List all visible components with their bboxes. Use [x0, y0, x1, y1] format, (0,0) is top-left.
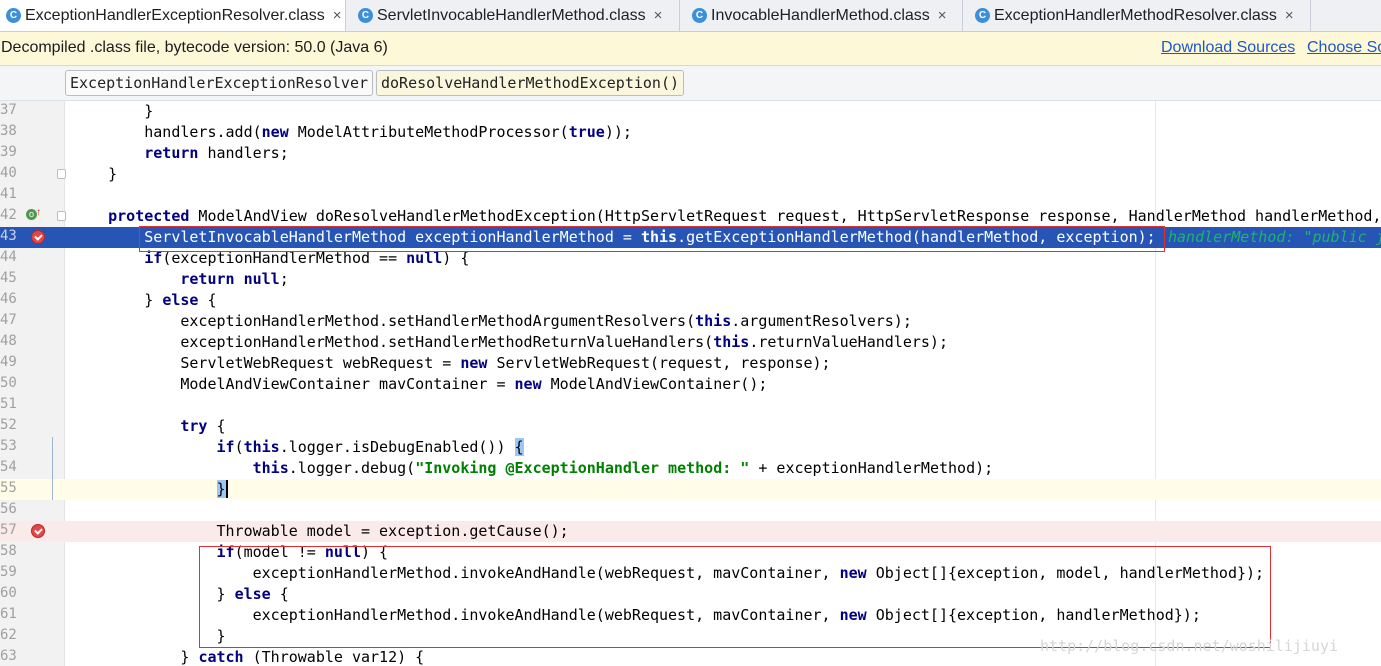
line-number: 47: [0, 312, 17, 328]
class-file-icon: C: [6, 8, 21, 23]
line-number: 50: [0, 375, 17, 391]
tab-exception-handler-exception-resolver[interactable]: C ExceptionHandlerExceptionResolver.clas…: [0, 0, 346, 31]
line-number: 40: [0, 165, 17, 181]
class-file-icon: C: [975, 8, 990, 23]
code-line: 56: [0, 500, 1381, 521]
line-number: 46: [0, 291, 17, 307]
code-line: 42 o ↑ protected ModelAndView doResolveH…: [0, 206, 1381, 227]
class-file-icon: C: [692, 8, 707, 23]
line-number: 58: [0, 543, 17, 559]
line-number: 53: [0, 438, 17, 454]
download-sources-link[interactable]: Download Sources: [1161, 39, 1295, 57]
code-text: return null;: [180, 270, 289, 288]
code-line: 46 } else {: [0, 290, 1381, 311]
code-text: try {: [180, 417, 226, 435]
close-icon[interactable]: ×: [938, 7, 947, 24]
fold-marker-icon[interactable]: [57, 211, 66, 221]
code-text: }: [72, 102, 154, 120]
tab-label: ExceptionHandlerExceptionResolver.class: [25, 6, 325, 24]
line-number: 43: [0, 228, 17, 244]
line-number: 45: [0, 270, 17, 286]
line-number: 52: [0, 417, 17, 433]
code-text: } else {: [72, 291, 217, 309]
line-number: 42: [0, 207, 17, 223]
line-number: 44: [0, 249, 17, 265]
code-line: 40 }: [0, 164, 1381, 185]
line-number: 62: [0, 627, 17, 643]
code-text: } catch (Throwable var12) {: [72, 648, 425, 666]
code-text: handlers.add(new ModelAttributeMethodPro…: [72, 123, 632, 141]
annotation-box-get-handler: [139, 226, 1165, 252]
line-number: 56: [0, 501, 17, 517]
class-file-icon: C: [358, 8, 373, 23]
code-line: 52 try {: [0, 416, 1381, 437]
code-text: protected ModelAndView doResolveHandlerM…: [108, 207, 1381, 225]
code-text: exceptionHandlerMethod.setHandlerMethodR…: [72, 333, 948, 351]
code-line: 37 }: [0, 101, 1381, 122]
tab-servlet-invocable-handler-method[interactable]: C ServletInvocableHandlerMethod.class ×: [352, 0, 680, 31]
code-line: 47 exceptionHandlerMethod.setHandlerMeth…: [0, 311, 1381, 332]
code-text: }: [72, 165, 118, 183]
line-number: 38: [0, 123, 17, 139]
line-number: 54: [0, 459, 17, 475]
line-number: 37: [0, 102, 17, 118]
code-line: 50 ModelAndViewContainer mavContainer = …: [0, 374, 1381, 395]
line-number: 57: [0, 522, 17, 538]
breakpoint-icon[interactable]: [31, 524, 45, 538]
line-number: 51: [0, 396, 17, 412]
text-caret: [225, 480, 228, 498]
code-line: 39 return handlers;: [0, 143, 1381, 164]
tab-label: InvocableHandlerMethod.class: [711, 6, 930, 24]
breakpoint-line: 57 Throwable model = exception.getCause(…: [0, 521, 1381, 542]
code-text: Throwable model = exception.getCause();: [72, 522, 569, 540]
close-icon[interactable]: ×: [1285, 7, 1294, 24]
code-line: 48 exceptionHandlerMethod.setHandlerMeth…: [0, 332, 1381, 353]
line-number: 39: [0, 144, 17, 160]
tab-label: ExceptionHandlerMethodResolver.class: [994, 6, 1277, 24]
code-text: exceptionHandlerMethod.setHandlerMethodA…: [72, 312, 912, 330]
fold-marker-icon[interactable]: [57, 169, 66, 179]
line-number: 63: [0, 648, 17, 664]
tab-invocable-handler-method[interactable]: C InvocableHandlerMethod.class ×: [686, 0, 963, 31]
code-text: ServletWebRequest webRequest = new Servl…: [72, 354, 831, 372]
code-editor[interactable]: 37 } 38 handlers.add(new ModelAttributeM…: [0, 101, 1381, 666]
code-line: 45 return null;: [0, 269, 1381, 290]
watermark-text: http://blog.csdn.net/woshilijiuyi: [1040, 637, 1339, 655]
breadcrumb-class[interactable]: ExceptionHandlerExceptionResolver: [65, 70, 373, 96]
code-line: 41: [0, 185, 1381, 206]
breakpoint-icon[interactable]: [31, 230, 45, 244]
line-number: 55: [0, 480, 17, 496]
code-line: 38 handlers.add(new ModelAttributeMethod…: [0, 122, 1381, 143]
code-line: 54 this.logger.debug("Invoking @Exceptio…: [0, 458, 1381, 479]
line-number: 60: [0, 585, 17, 601]
tab-exception-handler-method-resolver[interactable]: C ExceptionHandlerMethodResolver.class ×: [969, 0, 1311, 31]
code-line: 53 if(this.logger.isDebugEnabled()) {: [0, 437, 1381, 458]
close-icon[interactable]: ×: [333, 7, 342, 24]
choose-sources-link[interactable]: Choose So: [1307, 39, 1381, 57]
code-text: if(this.logger.isDebugEnabled()) {: [216, 438, 524, 456]
code-line: 51: [0, 395, 1381, 416]
line-number: 49: [0, 354, 17, 370]
code-text: return handlers;: [144, 144, 289, 162]
breadcrumb-method[interactable]: doResolveHandlerMethodException(): [376, 70, 684, 96]
line-number: 41: [0, 186, 17, 202]
code-text: }: [216, 480, 228, 498]
caret-line: 55 }: [0, 479, 1381, 500]
annotation-box-invoke-and-handle: [199, 546, 1271, 648]
close-icon[interactable]: ×: [654, 7, 663, 24]
decompiled-notice-bar: Decompiled .class file, bytecode version…: [0, 32, 1381, 66]
code-line: 49 ServletWebRequest webRequest = new Se…: [0, 353, 1381, 374]
editor-tab-bar: C ExceptionHandlerExceptionResolver.clas…: [0, 0, 1381, 32]
debugger-inline-value: handlerMethod: "public j: [1168, 228, 1381, 246]
scope-indicator: [52, 437, 53, 500]
line-number: 61: [0, 606, 17, 622]
line-number: 59: [0, 564, 17, 580]
code-text: this.logger.debug("Invoking @ExceptionHa…: [252, 459, 994, 477]
override-arrow-icon: ↑: [36, 207, 41, 218]
decompiled-message: Decompiled .class file, bytecode version…: [1, 39, 388, 56]
breadcrumb: ExceptionHandlerExceptionResolver doReso…: [0, 66, 1381, 101]
tab-label: ServletInvocableHandlerMethod.class: [377, 6, 646, 24]
code-text: ModelAndViewContainer mavContainer = new…: [72, 375, 768, 393]
line-number: 48: [0, 333, 17, 349]
